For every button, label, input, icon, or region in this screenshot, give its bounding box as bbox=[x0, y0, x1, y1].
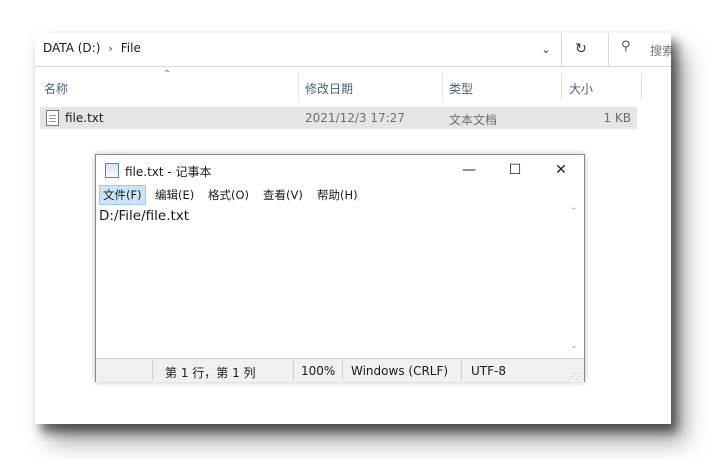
resize-grip-icon[interactable]: ⋰⋰ bbox=[568, 372, 583, 381]
menu-format[interactable]: 格式(O) bbox=[205, 186, 252, 204]
minimize-button[interactable]: — bbox=[446, 155, 492, 185]
title-bar[interactable]: file.txt - 记事本 — ☐ ✕ bbox=[96, 155, 584, 185]
column-header-name[interactable]: 名称 bbox=[44, 80, 68, 97]
text-file-icon bbox=[46, 110, 59, 126]
cursor-position: 第 1 行，第 1 列 bbox=[165, 366, 256, 380]
menu-view[interactable]: 查看(V) bbox=[260, 186, 306, 204]
menu-help[interactable]: 帮助(H) bbox=[314, 186, 361, 204]
menu-file[interactable]: 文件(F) bbox=[99, 185, 146, 205]
maximize-button[interactable]: ☐ bbox=[492, 155, 538, 185]
column-divider[interactable] bbox=[298, 73, 299, 101]
notepad-window: file.txt - 记事本 — ☐ ✕ 文件(F) 编辑(E) 格式(O) 查… bbox=[95, 154, 585, 382]
scroll-up-icon[interactable]: ⌃ bbox=[570, 207, 578, 217]
status-divider bbox=[152, 360, 153, 381]
file-modified: 2021/12/3 17:27 bbox=[305, 111, 405, 125]
window-title: file.txt - 记事本 bbox=[125, 165, 212, 179]
notepad-icon bbox=[105, 163, 119, 178]
column-header-size[interactable]: 大小 bbox=[569, 80, 593, 97]
zoom-level: 100% bbox=[301, 364, 336, 378]
chevron-down-icon[interactable]: ⌄ bbox=[535, 39, 557, 59]
file-row[interactable]: file.txt 2021/12/3 17:27 文本文档 1 KB bbox=[40, 107, 637, 129]
sort-up-icon: ⌃ bbox=[163, 69, 172, 80]
menu-bar: 文件(F) 编辑(E) 格式(O) 查看(V) 帮助(H) bbox=[96, 185, 584, 205]
status-bar: 第 1 行，第 1 列 100% Windows (CRLF) UTF-8 ⋰⋰ bbox=[96, 358, 584, 382]
file-size: 1 KB bbox=[603, 111, 631, 125]
line-ending: Windows (CRLF) bbox=[351, 364, 449, 378]
scroll-down-icon[interactable]: ⌄ bbox=[570, 341, 578, 351]
divider bbox=[608, 33, 609, 66]
file-name: file.txt bbox=[65, 111, 104, 125]
column-divider[interactable] bbox=[442, 73, 443, 101]
editor-content[interactable]: D:/File/file.txt bbox=[99, 208, 189, 224]
breadcrumb-drive[interactable]: DATA (D:) bbox=[43, 41, 100, 55]
column-headers: ⌃ 名称 修改日期 类型 大小 bbox=[35, 69, 671, 101]
breadcrumb-folder[interactable]: File bbox=[121, 41, 141, 55]
status-divider bbox=[461, 360, 462, 381]
refresh-icon[interactable]: ↻ bbox=[570, 39, 592, 59]
divider bbox=[561, 33, 562, 66]
column-divider[interactable] bbox=[641, 73, 642, 101]
column-header-type[interactable]: 类型 bbox=[449, 80, 473, 97]
file-type: 文本文档 bbox=[449, 113, 498, 127]
address-bar[interactable]: DATA (D:) › File ⌄ ↻ ⚲ 搜索 bbox=[35, 33, 671, 67]
column-header-modified[interactable]: 修改日期 bbox=[305, 80, 353, 97]
menu-edit[interactable]: 编辑(E) bbox=[152, 186, 197, 204]
close-button[interactable]: ✕ bbox=[538, 155, 584, 185]
status-divider bbox=[342, 360, 343, 381]
status-divider bbox=[293, 360, 294, 381]
breadcrumb: DATA (D:) › File bbox=[43, 41, 141, 55]
text-editor[interactable]: D:/File/file.txt bbox=[96, 205, 568, 357]
encoding: UTF-8 bbox=[471, 364, 506, 378]
column-divider[interactable] bbox=[561, 73, 562, 101]
search-input[interactable]: 搜索 bbox=[650, 42, 671, 59]
chevron-right-icon[interactable]: › bbox=[108, 42, 112, 55]
search-icon[interactable]: ⚲ bbox=[621, 39, 631, 54]
vertical-scrollbar[interactable]: ⌃ ⌄ bbox=[567, 205, 583, 357]
